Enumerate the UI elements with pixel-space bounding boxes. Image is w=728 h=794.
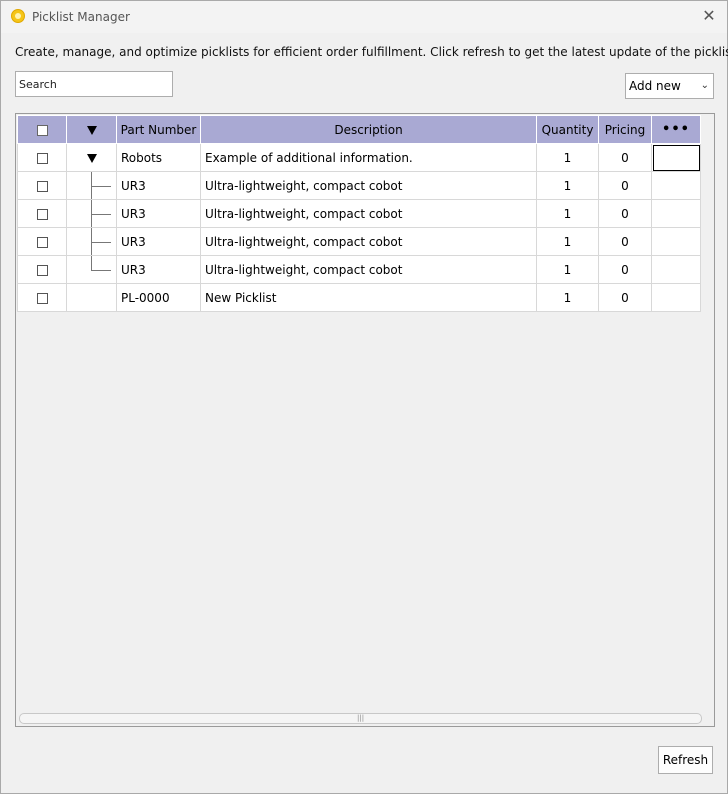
title-bar: Picklist Manager ✕ bbox=[1, 1, 727, 33]
row-checkbox[interactable] bbox=[36, 292, 48, 304]
table-header-row: Part Number Description Quantity Pricing… bbox=[17, 115, 701, 144]
quantity-cell[interactable]: 1 bbox=[536, 143, 599, 172]
more-options-cell[interactable] bbox=[651, 199, 701, 228]
column-description[interactable]: Description bbox=[200, 115, 537, 144]
row-checkbox[interactable] bbox=[36, 208, 48, 220]
row-checkbox[interactable] bbox=[36, 236, 48, 248]
window-title: Picklist Manager bbox=[32, 10, 130, 24]
search-input[interactable] bbox=[15, 71, 173, 97]
more-options-header: ••• bbox=[651, 115, 701, 144]
tree-connector-cell bbox=[66, 255, 117, 284]
description-cell[interactable]: Ultra-lightweight, compact cobot bbox=[200, 199, 537, 228]
refresh-button[interactable]: Refresh bbox=[658, 746, 713, 774]
more-options-cell[interactable] bbox=[651, 143, 701, 172]
part-number-cell[interactable]: UR3 bbox=[116, 199, 201, 228]
pricing-cell[interactable]: 0 bbox=[598, 283, 652, 312]
more-options-cell[interactable] bbox=[651, 171, 701, 200]
tree-line bbox=[91, 269, 111, 271]
table-row[interactable]: Robots Example of additional information… bbox=[17, 143, 701, 172]
picklist-table: Part Number Description Quantity Pricing… bbox=[17, 115, 701, 312]
app-logo-icon bbox=[11, 9, 25, 23]
scrollbar-grip-icon[interactable]: ||| bbox=[357, 715, 364, 722]
tree-line bbox=[91, 185, 111, 187]
quantity-cell[interactable]: 1 bbox=[536, 227, 599, 256]
description-cell[interactable]: Example of additional information. bbox=[200, 143, 537, 172]
part-number-cell[interactable]: UR3 bbox=[116, 255, 201, 284]
tree-line bbox=[91, 213, 111, 215]
part-number-cell[interactable]: Robots bbox=[116, 143, 201, 172]
table-row[interactable]: UR3 Ultra-lightweight, compact cobot 1 0 bbox=[17, 199, 701, 228]
more-options-cell[interactable] bbox=[651, 283, 701, 312]
pricing-cell[interactable]: 0 bbox=[598, 143, 652, 172]
table-row[interactable]: UR3 Ultra-lightweight, compact cobot 1 0 bbox=[17, 255, 701, 284]
horizontal-scrollbar[interactable]: ||| bbox=[19, 713, 702, 724]
picklist-manager-window: Picklist Manager ✕ Create, manage, and o… bbox=[0, 0, 728, 794]
row-select-cell bbox=[17, 171, 67, 200]
close-icon[interactable]: ✕ bbox=[699, 7, 719, 27]
pricing-cell[interactable]: 0 bbox=[598, 255, 652, 284]
quantity-cell[interactable]: 1 bbox=[536, 199, 599, 228]
select-all-checkbox[interactable] bbox=[36, 124, 48, 136]
tree-line bbox=[91, 241, 111, 243]
more-options-cell[interactable] bbox=[651, 227, 701, 256]
table-row[interactable]: UR3 Ultra-lightweight, compact cobot 1 0 bbox=[17, 227, 701, 256]
tree-cell bbox=[66, 283, 117, 312]
row-checkbox[interactable] bbox=[36, 152, 48, 164]
row-checkbox[interactable] bbox=[36, 264, 48, 276]
pricing-cell[interactable]: 0 bbox=[598, 199, 652, 228]
row-select-cell bbox=[17, 199, 67, 228]
column-part-number[interactable]: Part Number bbox=[116, 115, 201, 144]
pricing-cell[interactable]: 0 bbox=[598, 171, 652, 200]
row-select-cell bbox=[17, 227, 67, 256]
quantity-cell[interactable]: 1 bbox=[536, 283, 599, 312]
part-number-cell[interactable]: UR3 bbox=[116, 227, 201, 256]
select-all-header bbox=[17, 115, 67, 144]
expand-toggle-icon[interactable] bbox=[86, 153, 97, 163]
column-quantity[interactable]: Quantity bbox=[536, 115, 599, 144]
table-row[interactable]: UR3 Ultra-lightweight, compact cobot 1 0 bbox=[17, 171, 701, 200]
description-cell[interactable]: New Picklist bbox=[200, 283, 537, 312]
add-new-dropdown[interactable]: Add new ⌄ bbox=[625, 73, 714, 99]
tree-cell bbox=[66, 143, 117, 172]
description-cell[interactable]: Ultra-lightweight, compact cobot bbox=[200, 255, 537, 284]
picklist-grid: Part Number Description Quantity Pricing… bbox=[15, 113, 715, 727]
part-number-cell[interactable]: PL-0000 bbox=[116, 283, 201, 312]
pricing-cell[interactable]: 0 bbox=[598, 227, 652, 256]
chevron-down-icon: ⌄ bbox=[700, 80, 709, 91]
expand-header bbox=[66, 115, 117, 144]
tree-line bbox=[91, 256, 92, 270]
column-pricing[interactable]: Pricing bbox=[598, 115, 652, 144]
description-text: Create, manage, and optimize picklists f… bbox=[15, 45, 728, 59]
table-row[interactable]: PL-0000 New Picklist 1 0 bbox=[17, 283, 701, 312]
part-number-cell[interactable]: UR3 bbox=[116, 171, 201, 200]
quantity-cell[interactable]: 1 bbox=[536, 255, 599, 284]
tree-connector-cell bbox=[66, 227, 117, 256]
row-checkbox[interactable] bbox=[36, 180, 48, 192]
tree-connector-cell bbox=[66, 171, 117, 200]
more-options-cell[interactable] bbox=[651, 255, 701, 284]
row-select-cell bbox=[17, 255, 67, 284]
tree-connector-cell bbox=[66, 199, 117, 228]
collapse-all-icon[interactable] bbox=[86, 125, 97, 135]
description-cell[interactable]: Ultra-lightweight, compact cobot bbox=[200, 227, 537, 256]
row-select-cell bbox=[17, 143, 67, 172]
add-new-label: Add new bbox=[629, 79, 681, 93]
quantity-cell[interactable]: 1 bbox=[536, 171, 599, 200]
more-options-icon[interactable]: ••• bbox=[662, 122, 690, 137]
row-select-cell bbox=[17, 283, 67, 312]
description-cell[interactable]: Ultra-lightweight, compact cobot bbox=[200, 171, 537, 200]
